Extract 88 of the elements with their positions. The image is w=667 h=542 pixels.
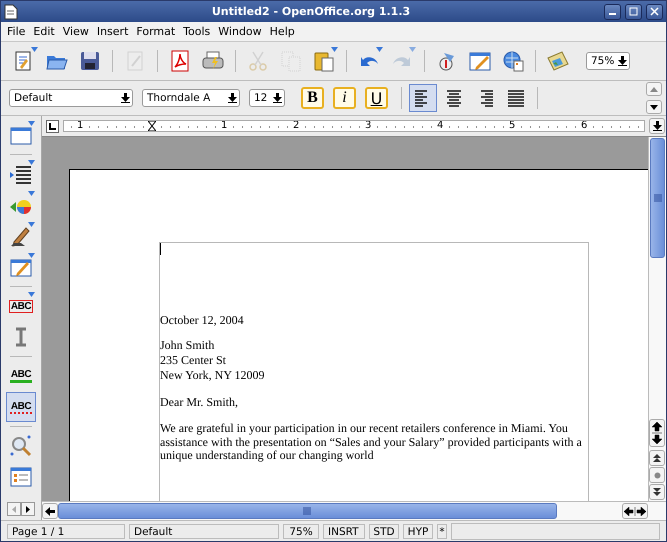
status-field: * (437, 524, 447, 538)
address-line: New York, NY 12009 (160, 368, 266, 383)
menu-item[interactable]: Format (132, 25, 180, 38)
up-arrow-icon (652, 121, 662, 131)
status-field: INSRT (323, 524, 365, 538)
dropdown-triangle-icon (28, 121, 35, 126)
close-icon (650, 7, 659, 16)
menu-item[interactable]: Help (266, 25, 299, 38)
previous-page-button[interactable] (649, 450, 665, 466)
right-triangle-icon (26, 506, 30, 512)
window-title: Untitled2 - OpenOffice.org 1.1.3 (210, 5, 412, 18)
menu-item[interactable]: Insert (92, 25, 132, 38)
up-down-arrows-icon (652, 422, 662, 444)
menu-item[interactable]: File (3, 25, 30, 38)
tool-button[interactable]: ABC (6, 291, 36, 321)
document-icon (4, 4, 18, 20)
copy-icon (279, 49, 303, 73)
zoom-field[interactable]: 75% (586, 52, 630, 70)
status-field: Default (129, 524, 279, 538)
dropdown-triangle-icon (28, 160, 35, 165)
down-arrow-icon (228, 93, 237, 103)
dropdown-triangle-icon (31, 47, 38, 52)
down-triangle-icon (650, 104, 658, 110)
address-line: 235 Center St (160, 353, 227, 368)
scroll-arrows-button[interactable] (622, 503, 648, 519)
close-button[interactable] (646, 4, 663, 20)
minimize-button[interactable] (604, 4, 621, 20)
ruler-number: 1 (220, 121, 228, 131)
image-icon (546, 49, 570, 73)
dropdown-triangle-icon (28, 222, 35, 227)
status-field: STD (369, 524, 399, 538)
circle-icon (654, 472, 660, 478)
grip-icon (654, 194, 662, 202)
page-scroll-button[interactable] (649, 419, 665, 447)
left-triangle-icon (12, 506, 16, 512)
magnifier-icon (9, 434, 33, 458)
salutation: Dear Mr. Smith, (160, 395, 239, 410)
indent-marker-icon[interactable] (148, 121, 156, 131)
ruler-number: 1 (76, 121, 84, 131)
down-arrow-icon (273, 93, 282, 103)
date-line: October 12, 2004 (160, 313, 245, 328)
scroll-up-button[interactable] (649, 118, 665, 134)
tool-button[interactable]: ABC (6, 361, 36, 391)
ruler-number: 5 (508, 121, 516, 131)
status-field: Page 1 / 1 (7, 524, 125, 538)
maximize-button[interactable] (625, 4, 642, 20)
dropdown-triangle-icon (28, 191, 35, 196)
dropdown-triangle-icon (409, 47, 416, 52)
next-page-button[interactable] (649, 484, 665, 500)
font-size-dropdown[interactable]: 12 (249, 89, 285, 107)
font-dropdown[interactable]: Thorndale A (142, 89, 240, 107)
up-triangle-icon (650, 86, 658, 92)
form-window-icon (9, 465, 33, 489)
menu-item[interactable]: View (58, 25, 93, 38)
down-arrow-icon (121, 93, 130, 103)
status-field: HYP (403, 524, 433, 538)
scroll-right-button[interactable] (21, 502, 35, 516)
style-dropdown[interactable]: Default (9, 89, 133, 107)
tab-stop-icon[interactable] (46, 120, 59, 132)
dropdown-triangle-icon (28, 292, 35, 297)
format-button[interactable]: B (301, 87, 324, 109)
down-arrow-icon (618, 56, 627, 66)
dropdown-triangle-icon (28, 253, 35, 258)
format-button[interactable]: U (365, 87, 388, 109)
address-line: John Smith (160, 338, 216, 353)
tool-button[interactable]: ABC (6, 392, 36, 422)
format-button[interactable]: i (333, 87, 356, 109)
maximize-icon (629, 7, 638, 16)
status-field: 75% (283, 524, 319, 538)
ruler-number: 4 (436, 121, 444, 131)
scrollbar-thumb[interactable] (650, 138, 665, 258)
dropdown-triangle-icon (376, 47, 383, 52)
body-paragraph: We are grateful in your participation in our recent retailers conference in Miami. You assistance with the presentation on “Sales and your Salary” provided participants with a unique understanding of our changing world (160, 422, 583, 462)
left-arrow-icon (45, 506, 55, 516)
globe-icon (501, 49, 525, 73)
menu-item[interactable]: Tools (179, 25, 214, 38)
scroll-left-button[interactable] (42, 503, 58, 519)
dropdown-triangle-icon (331, 47, 338, 52)
grip-icon (303, 507, 312, 515)
menu-item[interactable]: Window (214, 25, 266, 38)
scrollbar-thumb[interactable] (58, 503, 557, 519)
menu-item[interactable]: Edit (29, 25, 59, 38)
double-up-triangle-icon (653, 454, 661, 462)
double-down-triangle-icon (653, 488, 661, 496)
left-right-arrows-icon (624, 506, 646, 516)
text-cursor (160, 243, 161, 255)
scroll-down-button[interactable] (646, 100, 662, 114)
align-button[interactable] (409, 84, 437, 112)
